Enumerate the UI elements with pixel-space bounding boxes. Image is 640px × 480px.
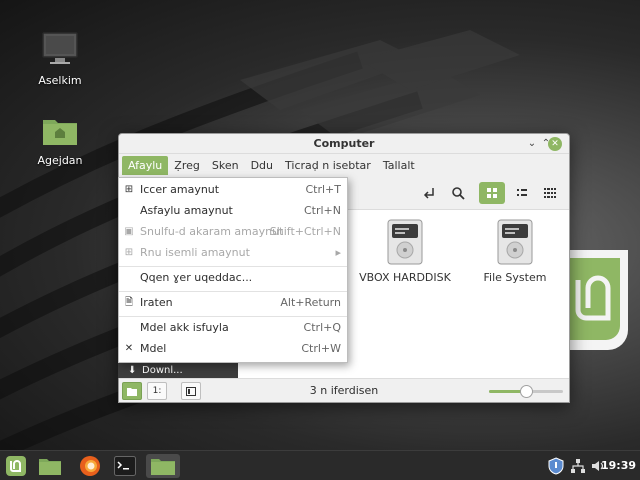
hard-drive-icon [497, 219, 533, 265]
sidebar-item-label: Downl... [142, 365, 183, 376]
menu-item-label: Asfaylu amaynut [140, 204, 233, 217]
file-item-file-system[interactable]: File System [460, 219, 570, 284]
minimize-button[interactable]: ⌄ [525, 137, 539, 151]
menubar: Afaylu Ẓreg Sken Ddu Ticraḍ n isebtar Ta… [119, 154, 569, 176]
menu-help[interactable]: Tallalt [377, 156, 421, 175]
menu-view[interactable]: Sken [206, 156, 245, 175]
compact-view-button[interactable] [537, 182, 563, 204]
file-manager-icon [39, 459, 61, 475]
menu-edit[interactable]: Ẓreg [168, 156, 206, 175]
zoom-slider[interactable] [489, 385, 563, 398]
mint-menu-button[interactable] [4, 454, 28, 478]
menu-item-create-document[interactable]: ⊞ Rnu isemli amaynut ▸ [119, 243, 347, 264]
home-folder-icon [40, 110, 80, 150]
location-toggle-icon [423, 188, 434, 199]
close-icon: ✕ [124, 343, 134, 354]
menu-item-shortcut: Ctrl+Q [303, 321, 341, 334]
submenu-arrow-icon: ▸ [335, 246, 341, 259]
hard-drive-icon [387, 219, 423, 265]
menu-item-shortcut: Ctrl+N [303, 204, 341, 217]
menu-item-label: Snulfu-d akaram amaynut [140, 225, 284, 238]
menu-separator [119, 266, 347, 267]
taskbar: 19:39 [0, 450, 640, 480]
menu-item-label: Mdel [140, 342, 167, 355]
menu-item-shortcut: Alt+Return [280, 296, 341, 309]
menu-item-shortcut: Ctrl+T [305, 183, 341, 196]
icon-view-button[interactable] [479, 182, 505, 204]
desktop-icon-label: Agejdan [37, 154, 83, 167]
firefox-launcher[interactable] [78, 454, 102, 478]
computer-icon [40, 30, 80, 70]
menu-item-new-tab[interactable]: ⊞ Iccer amaynut Ctrl+T [119, 180, 347, 201]
list-view-button[interactable] [509, 182, 535, 204]
grid-view-icon [487, 188, 497, 198]
file-item-label: VBOX HARDDISK [359, 271, 451, 284]
running-file-manager-button[interactable] [146, 454, 180, 478]
shield-icon [548, 457, 564, 475]
menu-item-label: Iraten [140, 296, 173, 309]
network-icon [571, 459, 585, 473]
desktop-icon-home[interactable]: Agejdan [22, 110, 98, 167]
mint-menu-icon [6, 456, 26, 476]
update-manager-button[interactable] [544, 454, 568, 478]
firefox-icon [80, 456, 100, 476]
menu-item-close-all-windows[interactable]: Mdel akk isfuyla Ctrl+Q [119, 318, 347, 339]
clock[interactable]: 19:39 [601, 459, 636, 472]
download-icon: ⬇ [128, 365, 137, 376]
menu-item-properties[interactable]: 🗎 Iraten Alt+Return [119, 293, 347, 314]
properties-icon: 🗎 [124, 297, 134, 308]
menu-go[interactable]: Ddu [245, 156, 279, 175]
menu-item-label: Rnu isemli amaynut [140, 246, 250, 259]
menu-item-new-window[interactable]: Asfaylu amaynut Ctrl+N [119, 201, 347, 222]
terminal-icon [114, 456, 136, 476]
file-menu-dropdown: ⊞ Iccer amaynut Ctrl+T Asfaylu amaynut C… [118, 177, 348, 363]
close-button[interactable]: ✕ [548, 137, 562, 151]
file-item-vbox-harddisk[interactable]: VBOX HARDDISK [350, 219, 460, 284]
toggle-location-button[interactable] [417, 182, 443, 204]
menu-item-shortcut: Ctrl+W [301, 342, 341, 355]
menu-item-label: Mdel akk isfuyla [140, 321, 229, 334]
menu-item-label: Iccer amaynut [140, 183, 220, 196]
search-icon [452, 187, 465, 200]
new-document-icon: ⊞ [124, 247, 134, 258]
menu-separator [119, 291, 347, 292]
menu-item-close[interactable]: ✕ Mdel Ctrl+W [119, 339, 347, 360]
compact-view-icon [544, 188, 556, 198]
menu-bookmarks[interactable]: Ticraḍ n isebtar [279, 156, 377, 175]
menu-item-new-folder[interactable]: ▣ Snulfu-d akaram amaynut Shift+Ctrl+N [119, 222, 347, 243]
statusbar: 1: 3 n iferdisen [119, 378, 569, 402]
menu-item-connect-to-server[interactable]: Qqen ɣer uqeddac... [119, 268, 347, 289]
menu-item-label: Qqen ɣer uqeddac... [140, 271, 253, 284]
desktop-icon-label: Aselkim [38, 74, 82, 87]
window-titlebar[interactable]: Computer ⌄ ⌃ ✕ [119, 134, 569, 154]
menu-item-shortcut: Shift+Ctrl+N [269, 225, 341, 238]
running-file-manager-icon [151, 459, 175, 475]
list-view-icon [517, 189, 527, 196]
new-tab-icon: ⊞ [124, 184, 134, 195]
file-item-label: File System [483, 271, 547, 284]
archive-icon: ▣ [124, 226, 134, 237]
zoom-slider-knob[interactable] [520, 385, 533, 398]
desktop-icon-computer[interactable]: Aselkim [22, 30, 98, 87]
search-button[interactable] [445, 182, 471, 204]
menu-file[interactable]: Afaylu [122, 155, 169, 175]
terminal-launcher[interactable] [113, 454, 137, 478]
sidebar-item-downloads[interactable]: ⬇ Downl... [118, 363, 238, 378]
menu-separator [119, 316, 347, 317]
window-title: Computer [313, 137, 375, 150]
file-manager-launcher[interactable] [38, 454, 62, 478]
